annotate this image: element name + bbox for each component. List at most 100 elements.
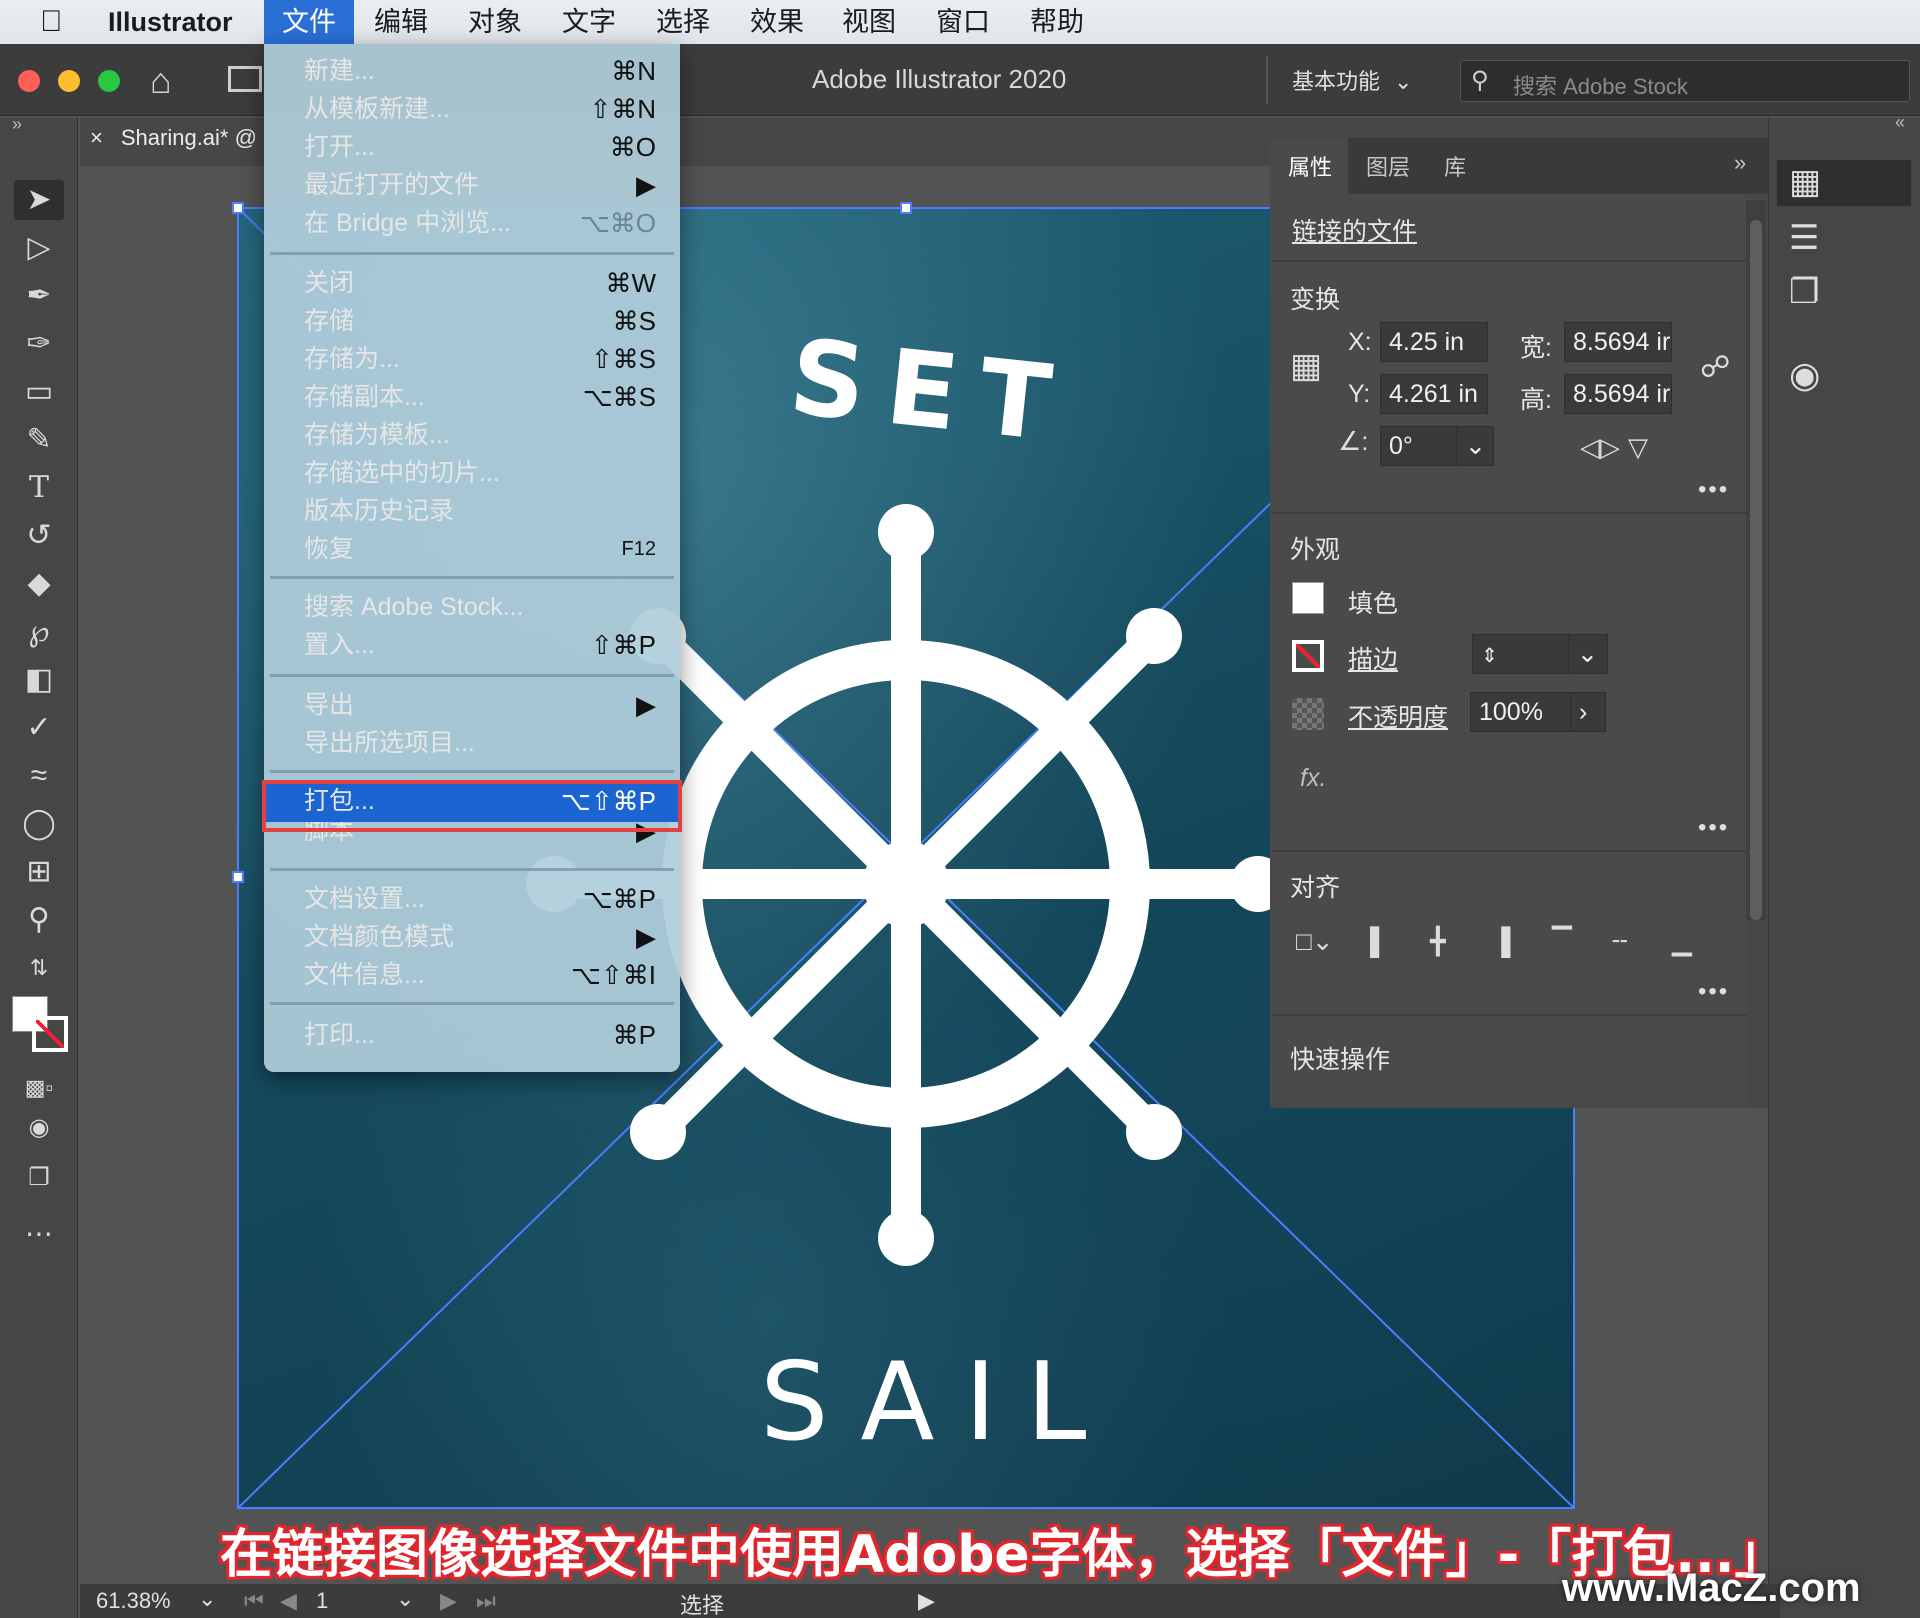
apple-menu-icon[interactable]:  [40, 0, 63, 44]
menu-item-export[interactable]: 导出 ▶ [264, 686, 680, 724]
menu-edit[interactable]: 编辑 [374, 0, 428, 44]
height-field[interactable]: 8.5694 ir [1564, 374, 1672, 414]
workspace-switcher[interactable]: 基本功能 ⌄ [1292, 64, 1412, 96]
color-mode-icon[interactable]: ▩▫ [14, 1068, 64, 1108]
menu-item-close[interactable]: 关闭 ⌘W [264, 264, 680, 302]
direct-selection-tool-icon[interactable]: ▷ [14, 228, 64, 268]
align-to-icon[interactable]: □⌄ [1296, 926, 1334, 957]
menu-view[interactable]: 视图 [842, 0, 896, 44]
stroke-color-swatch[interactable] [1292, 640, 1324, 672]
menu-file[interactable]: 文件 [264, 0, 354, 44]
close-window-button[interactable] [18, 70, 40, 92]
fx-icon[interactable]: fx. [1300, 764, 1326, 793]
color-guide-icon[interactable]: ◉ [1789, 354, 1820, 396]
next-artboard-icon[interactable]: ▶ [440, 1588, 457, 1614]
constrain-proportions-icon[interactable]: ☍ [1700, 350, 1730, 385]
chevron-right-icon[interactable]: › [1570, 692, 1606, 732]
align-center-icon[interactable]: ╋ [1430, 926, 1446, 957]
stock-search-input[interactable]: ⚲ 搜索 Adobe Stock [1460, 60, 1910, 102]
menu-effect[interactable]: 效果 [750, 0, 804, 44]
more-options-icon[interactable]: ••• [1698, 476, 1729, 504]
rectangle-tool-icon[interactable]: ▭ [14, 372, 64, 412]
chevron-down-icon[interactable]: ⌄ [198, 1586, 216, 1612]
home-icon[interactable]: ⌂ [150, 60, 172, 102]
menu-type[interactable]: 文字 [562, 0, 616, 44]
menu-item-revert[interactable]: 恢复 F12 [264, 530, 680, 568]
zoom-window-button[interactable] [98, 70, 120, 92]
align-left-icon[interactable]: ▌ [1370, 926, 1388, 957]
minimize-window-button[interactable] [58, 70, 80, 92]
tab-libraries[interactable]: 库 [1444, 150, 1466, 182]
type-tool-icon[interactable]: T [14, 468, 64, 508]
stroke-label[interactable]: 描边 [1348, 640, 1398, 676]
menu-item-file-info[interactable]: 文件信息... ⌥⇧⌘I [264, 956, 680, 994]
menu-item-open[interactable]: 打开... ⌘O [264, 128, 680, 166]
artboard-number[interactable]: 1 [316, 1588, 328, 1614]
menu-object[interactable]: 对象 [468, 0, 522, 44]
rotate-tool-icon[interactable]: ↺ [14, 516, 64, 556]
flip-vertical-icon[interactable]: ▽ [1628, 432, 1648, 463]
chevron-down-icon[interactable]: ⌄ [1456, 426, 1494, 466]
tab-properties[interactable]: 属性 [1288, 150, 1332, 182]
screen-mode-icon[interactable]: ❐ [14, 1158, 64, 1198]
menu-item-save-template[interactable]: 存储为模板... [264, 416, 680, 454]
linked-file-link[interactable]: 链接的文件 [1292, 212, 1417, 248]
eraser-tool-icon[interactable]: ◆ [14, 564, 64, 604]
menu-item-place[interactable]: 置入... ⇧⌘P [264, 626, 680, 664]
gradient-tool-icon[interactable]: ◧ [14, 660, 64, 700]
more-options-icon[interactable]: ••• [1698, 978, 1729, 1006]
curvature-tool-icon[interactable]: ✑ [14, 324, 64, 364]
selection-tool-icon[interactable]: ➤ [14, 180, 64, 220]
properties-panel-icon[interactable]: ▦ [1789, 162, 1821, 202]
align-middle-icon[interactable]: ╌ [1612, 926, 1628, 957]
blend-tool-icon[interactable]: ≈ [14, 756, 64, 796]
menu-item-open-recent[interactable]: 最近打开的文件 ▶ [264, 166, 680, 204]
status-menu-icon[interactable]: ▶ [918, 1588, 935, 1614]
layers-panel-icon[interactable]: ☰ [1789, 218, 1819, 258]
expand-icon[interactable]: « [1895, 112, 1905, 133]
menu-item-save-copy[interactable]: 存储副本... ⌥⌘S [264, 378, 680, 416]
menu-item-export-selection[interactable]: 导出所选项目... [264, 724, 680, 762]
align-top-icon[interactable]: ▔ [1552, 926, 1572, 957]
menu-help[interactable]: 帮助 [1030, 0, 1084, 44]
swap-colors-icon[interactable]: ⇅ [14, 948, 64, 988]
collapse-icon[interactable]: » [12, 114, 22, 135]
first-artboard-icon[interactable]: ⏮ [244, 1588, 264, 1614]
document-tab[interactable]: × Sharing.ai* @ [90, 125, 257, 151]
align-bottom-icon[interactable]: ▁ [1672, 926, 1692, 957]
menu-window[interactable]: 窗口 [936, 0, 990, 44]
lasso-tool-icon[interactable]: ℘ [14, 612, 64, 652]
eyedropper-tool-icon[interactable]: ✓ [14, 708, 64, 748]
artboard-tool-icon[interactable]: ⊞ [14, 852, 64, 892]
draw-mode-icon[interactable]: ◉ [14, 1108, 64, 1148]
layout-icon[interactable] [228, 66, 262, 92]
more-options-icon[interactable]: ••• [1698, 814, 1729, 842]
menu-item-save[interactable]: 存储 ⌘S [264, 302, 680, 340]
panel-menu-icon[interactable]: » [1734, 150, 1746, 176]
menu-item-print[interactable]: 打印... ⌘P [264, 1016, 680, 1054]
opacity-label[interactable]: 不透明度 [1348, 698, 1448, 734]
pen-tool-icon[interactable]: ✒ [14, 276, 64, 316]
menu-item-search-stock[interactable]: 搜索 Adobe Stock... [264, 588, 680, 626]
chevron-down-icon[interactable]: ⌄ [1568, 634, 1608, 674]
paintbrush-tool-icon[interactable]: ✎ [14, 420, 64, 460]
chevron-down-icon[interactable]: ⌄ [396, 1586, 414, 1612]
panel-scrollbar[interactable] [1746, 200, 1766, 920]
shape-builder-tool-icon[interactable]: ◯ [14, 804, 64, 844]
libraries-panel-icon[interactable]: ❐ [1789, 272, 1819, 312]
menu-item-save-as[interactable]: 存储为... ⇧⌘S [264, 340, 680, 378]
menu-item-document-color-mode[interactable]: 文档颜色模式 ▶ [264, 918, 680, 956]
flip-horizontal-icon[interactable]: ◁▷ [1580, 432, 1620, 463]
width-field[interactable]: 8.5694 ir [1564, 322, 1672, 362]
zoom-level[interactable]: 61.38% [96, 1588, 171, 1614]
menu-item-new-from-template[interactable]: 从模板新建... ⇧⌘N [264, 90, 680, 128]
fill-color-swatch[interactable] [1292, 582, 1324, 614]
scrollbar-thumb[interactable] [1750, 220, 1762, 920]
menu-item-document-setup[interactable]: 文档设置... ⌥⌘P [264, 880, 680, 918]
close-tab-icon[interactable]: × [90, 125, 103, 150]
app-menu[interactable]: Illustrator [108, 0, 233, 44]
y-field[interactable]: 4.261 in [1380, 374, 1488, 414]
align-right-icon[interactable]: ▐ [1492, 926, 1510, 957]
last-artboard-icon[interactable]: ⏭ [476, 1588, 496, 1614]
stroke-swatch[interactable] [32, 1016, 68, 1052]
